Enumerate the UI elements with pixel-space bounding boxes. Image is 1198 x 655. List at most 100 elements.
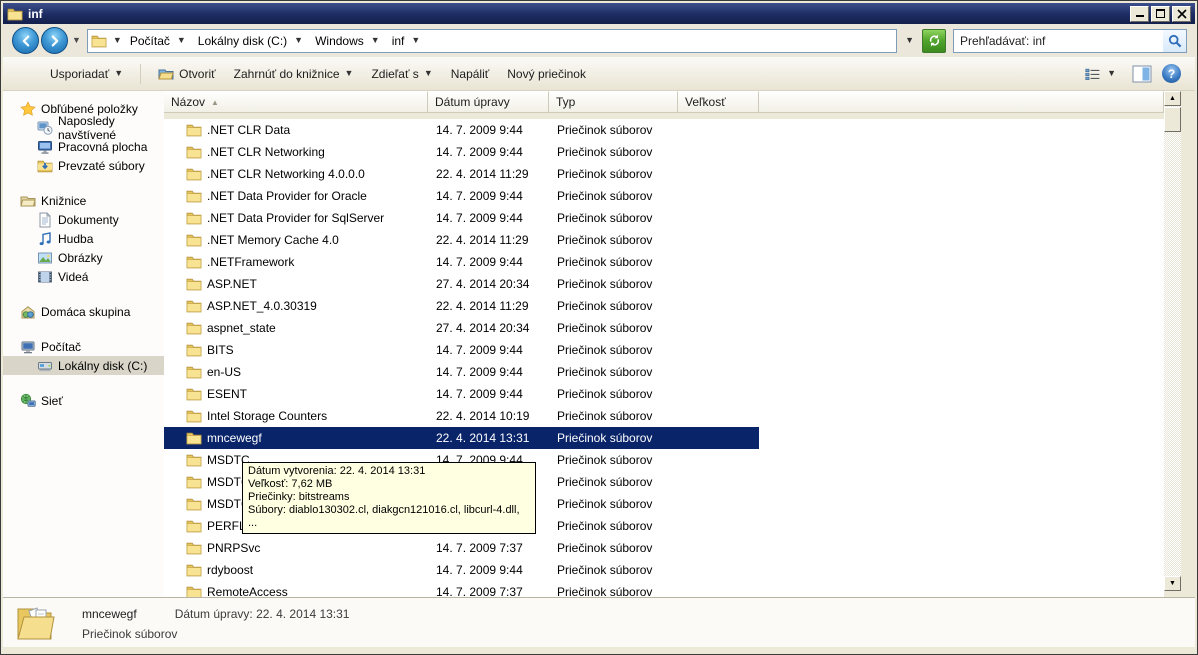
table-row[interactable]: .NET Data Provider for SqlServer14. 7. 2… [164,207,1164,229]
column-header-date[interactable]: Dátum úpravy [428,91,549,113]
sidebar-group-homegroup[interactable]: Domáca skupina [3,302,164,321]
sidebar-item-label: Dokumenty [58,213,119,227]
sidebar-item-pictures[interactable]: Obrázky [3,248,164,267]
breadcrumb-segment[interactable]: Windows▼ [309,30,386,52]
table-row[interactable]: PNRPSvc14. 7. 2009 7:37Priečinok súborov [164,537,1164,559]
sidebar-item-videos[interactable]: Videá [3,267,164,286]
location-chevron-icon[interactable]: ▼ [113,36,122,45]
table-row[interactable]: Intel Storage Counters22. 4. 2014 10:19P… [164,405,1164,427]
file-size [678,449,759,471]
sidebar-item-desktop[interactable]: Pracovná plocha [3,137,164,156]
file-name: .NET Memory Cache 4.0 [207,233,339,247]
table-row[interactable]: .NET Memory Cache 4.022. 4. 2014 11:29Pr… [164,229,1164,251]
file-date: 22. 4. 2014 11:29 [428,163,549,185]
breadcrumb-segment[interactable]: Lokálny disk (C:)▼ [192,30,309,52]
back-button[interactable] [12,27,39,54]
close-button[interactable] [1172,6,1191,22]
breadcrumb[interactable]: ▼ Počítač▼Lokálny disk (C:)▼Windows▼inf▼ [87,29,897,53]
scroll-down-button[interactable]: ▼ [1164,576,1181,591]
file-type: Priečinok súborov [549,581,678,597]
sidebar-item-recent[interactable]: Naposledy navštívené [3,118,164,137]
folder-icon [186,364,202,380]
toolbar-button[interactable]: Nový priečinok [498,62,595,86]
desktop-icon [37,139,53,155]
toolbar-button[interactable]: Usporiadať ▼ [41,62,132,86]
sidebar-group-label: Knižnice [41,194,86,208]
table-row[interactable]: RemoteAccess14. 7. 2009 7:37Priečinok sú… [164,581,1164,597]
change-view-button[interactable]: ▼ [1079,62,1122,86]
folder-icon [186,518,202,534]
file-name: .NET CLR Data [207,123,290,137]
folder-icon [186,562,202,578]
maximize-button[interactable] [1151,6,1170,22]
table-row[interactable]: BITS14. 7. 2009 9:44Priečinok súborov [164,339,1164,361]
chevron-down-icon[interactable]: ▼ [294,36,303,45]
titlebar[interactable]: inf [3,3,1195,24]
toolbar-button[interactable]: Napáliť [442,62,499,86]
file-type: Priečinok súborov [549,427,678,449]
file-size [678,383,759,405]
selected-item-modified: Dátum úpravy: 22. 4. 2014 13:31 [175,607,350,621]
table-row[interactable]: .NETFramework14. 7. 2009 9:44Priečinok s… [164,251,1164,273]
search-button[interactable] [1163,30,1186,52]
file-type: Priečinok súborov [549,207,678,229]
column-header-type[interactable]: Typ [549,91,678,113]
breadcrumb-segment[interactable]: inf▼ [386,30,427,52]
file-type: Priečinok súborov [549,295,678,317]
sidebar-group-network[interactable]: Sieť [3,391,164,410]
sidebar-item-disk[interactable]: Lokálny disk (C:) [3,356,164,375]
table-row[interactable]: ASP.NET27. 4. 2014 20:34Priečinok súboro… [164,273,1164,295]
file-name: Intel Storage Counters [207,409,327,423]
toolbar-button[interactable]: Otvoriť [149,61,225,87]
address-history-chevron[interactable]: ▼ [905,36,914,45]
file-name: ASP.NET [207,277,257,291]
toolbar-button[interactable]: Zdieľať s ▼ [362,62,441,86]
forward-button[interactable] [41,27,68,54]
sidebar-group-library[interactable]: Knižnice [3,191,164,210]
table-row[interactable]: rdyboost14. 7. 2009 9:44Priečinok súboro… [164,559,1164,581]
sidebar-item-music[interactable]: Hudba [3,229,164,248]
preview-pane-button[interactable] [1132,65,1152,83]
minimize-button[interactable] [1130,6,1149,22]
file-type: Priečinok súborov [549,317,678,339]
file-date: 22. 4. 2014 11:29 [428,229,549,251]
recent-pages-chevron[interactable]: ▼ [72,36,81,45]
breadcrumb-segment[interactable]: Počítač▼ [124,30,192,52]
sidebar-item-documents[interactable]: Dokumenty [3,210,164,229]
tooltip-line: Veľkosť: 7,62 MB [248,478,529,491]
vertical-scrollbar[interactable]: ▲ ▼ [1164,91,1181,591]
search-input[interactable] [954,34,1163,48]
chevron-down-icon[interactable]: ▼ [177,36,186,45]
table-row[interactable]: ASP.NET_4.0.3031922. 4. 2014 11:29Prieči… [164,295,1164,317]
open-folder-large-icon [16,603,62,643]
file-size [678,317,759,339]
table-row[interactable]: .NET Data Provider for Oracle14. 7. 2009… [164,185,1164,207]
scroll-up-button[interactable]: ▲ [1164,91,1181,106]
sidebar-item-downloads[interactable]: Prevzaté súbory [3,156,164,175]
chevron-down-icon[interactable]: ▼ [371,36,380,45]
file-name: ESENT [207,387,247,401]
chevron-down-icon[interactable]: ▼ [411,36,420,45]
table-row[interactable]: ESENT14. 7. 2009 9:44Priečinok súborov [164,383,1164,405]
table-row[interactable]: .NET CLR Networking14. 7. 2009 9:44Prieč… [164,141,1164,163]
table-row[interactable]: en-US14. 7. 2009 9:44Priečinok súborov [164,361,1164,383]
help-button[interactable]: ? [1162,64,1181,83]
table-row[interactable]: .NET CLR Data14. 7. 2009 9:44Priečinok s… [164,119,1164,141]
scrollbar-thumb[interactable] [1164,107,1181,132]
file-type: Priečinok súborov [549,361,678,383]
file-size [678,119,759,141]
refresh-button[interactable] [922,29,946,53]
table-row[interactable]: aspnet_state27. 4. 2014 20:34Priečinok s… [164,317,1164,339]
file-date: 14. 7. 2009 9:44 [428,185,549,207]
table-row[interactable]: mncewegf22. 4. 2014 13:31Priečinok súbor… [164,427,1164,449]
column-header-name[interactable]: Názov▲ [164,91,428,113]
table-row[interactable]: .NET CLR Networking 4.0.0.022. 4. 2014 1… [164,163,1164,185]
folder-icon [186,584,202,597]
column-header-size[interactable]: Veľkosť [678,91,759,113]
file-type: Priečinok súborov [549,273,678,295]
views-chevron-icon[interactable]: ▼ [1107,69,1116,78]
toolbar-button[interactable]: Zahrnúť do knižnice ▼ [225,62,363,86]
sidebar-group-computer[interactable]: Počítač [3,337,164,356]
folder-icon [186,122,202,138]
selected-item-type: Priečinok súborov [82,627,349,641]
